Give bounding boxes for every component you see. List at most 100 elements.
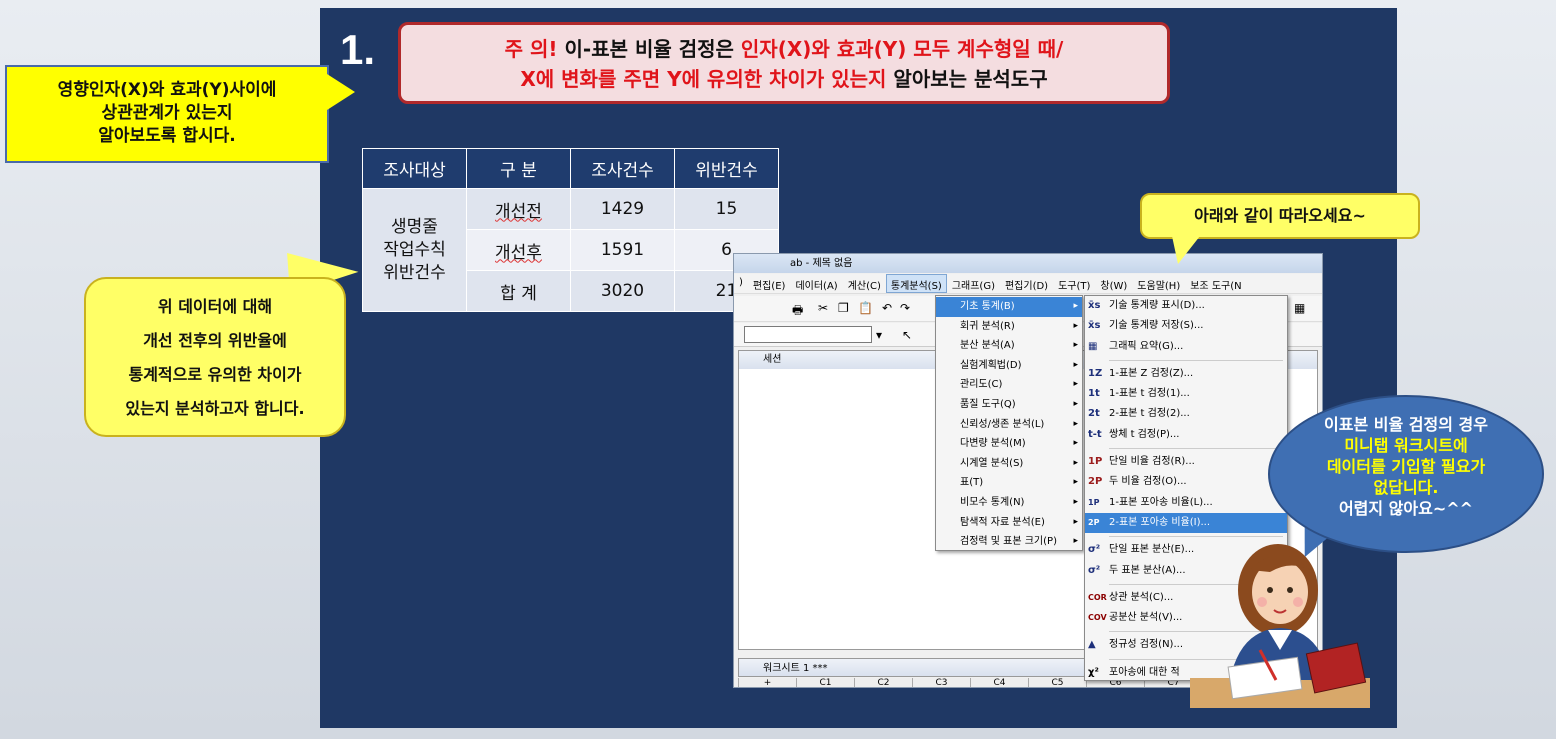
tip-line: 미니탭 워크시트에 — [1344, 436, 1468, 455]
menu-calc[interactable]: 계산(C) — [843, 274, 886, 293]
menu-item[interactable]: ) — [734, 274, 748, 293]
paste-icon[interactable]: 📋 — [858, 301, 873, 315]
data-callout-line: 개선 전후의 위반율에 — [143, 331, 287, 350]
submenu-label: 1-표본 t 검정(1)... — [1109, 388, 1190, 400]
submenu-item[interactable]: t-t 쌍체 t 검정(P)... — [1085, 425, 1287, 445]
right-eye — [1287, 587, 1293, 593]
submenu-label: 쌍체 t 검정(P)... — [1109, 428, 1180, 440]
data-callout-line: 있는지 분석하고자 합니다. — [125, 399, 305, 418]
copy-icon[interactable]: ❐ — [838, 301, 849, 315]
menu-editor[interactable]: 편집기(D) — [1000, 274, 1053, 293]
subject-cell: 생명줄 작업수칙 위반건수 — [362, 188, 467, 312]
teacher-illustration — [1190, 544, 1370, 708]
proportion-icon: 1P — [1088, 456, 1103, 468]
stat-menu-item[interactable]: 회귀 분석(R) — [936, 317, 1082, 337]
submenu-item[interactable]: 2P 두 비율 검정(O)... — [1085, 472, 1287, 492]
stat-menu-item[interactable]: 분산 분석(A) — [936, 336, 1082, 356]
pointer-icon[interactable]: ↖ — [902, 328, 912, 342]
paired-t-icon: t-t — [1088, 428, 1102, 440]
table-header: 구 분 — [466, 148, 571, 189]
stat-menu-item[interactable]: 비모수 통계(N) — [936, 493, 1082, 513]
poisson-icon: 1P — [1088, 497, 1100, 507]
covariance-icon: COV — [1088, 613, 1107, 623]
column-header[interactable]: C2 — [854, 678, 912, 687]
t-test-icon: 1t — [1088, 388, 1100, 400]
menu-window[interactable]: 창(W) — [1095, 274, 1132, 293]
warning-text-4: 알아보는 분석도구 — [886, 67, 1048, 91]
data-callout: 위 데이터에 대해 개선 전후의 위반율에 통계적으로 유의한 차이가 있는지 … — [84, 277, 346, 437]
tip-line: 어렵지 않아요~^^ — [1338, 499, 1474, 518]
stat-menu-item[interactable]: 표(T) — [936, 473, 1082, 493]
table-cell: 개선후 — [466, 229, 571, 271]
stats-icon: x̄s — [1088, 300, 1101, 311]
subject-line: 위반건수 — [383, 262, 446, 283]
dropdown-icon[interactable]: ▾ — [876, 328, 882, 342]
stat-menu-item[interactable]: 검정력 및 표본 크기(P) — [936, 532, 1082, 552]
command-combo[interactable] — [744, 326, 872, 343]
poisson-icon: 2P — [1088, 517, 1100, 527]
menu-bar: ) 편집(E) 데이터(A) 계산(C) 통계분석(S) 그래프(G) 편집기(… — [734, 274, 1322, 294]
row-label: 개선후 — [495, 242, 542, 263]
stat-menu-item[interactable]: 신뢰성/생존 분석(L) — [936, 415, 1082, 435]
submenu-item[interactable]: 1P 단일 비율 검정(R)... — [1085, 452, 1287, 472]
column-header[interactable]: C1 — [796, 678, 854, 687]
data-table: 조사대상 구 분 조사건수 위반건수 생명줄 작업수칙 위반건수 개선전 142… — [362, 148, 779, 312]
cut-icon[interactable]: ✂ — [818, 301, 828, 315]
column-header[interactable]: C3 — [912, 678, 970, 687]
table-cell: 15 — [674, 188, 779, 230]
grid-icon[interactable]: ▦ — [1294, 301, 1305, 315]
submenu-item[interactable]: 1P 1-표본 포아송 비율(L)... — [1085, 493, 1287, 513]
table-cell: 1591 — [570, 229, 675, 271]
column-header[interactable]: C5 — [1028, 678, 1086, 687]
submenu-label: 1-표본 포아송 비율(L)... — [1109, 496, 1213, 508]
menu-help[interactable]: 도움말(H) — [1132, 274, 1185, 293]
table-cell: 1429 — [570, 188, 675, 230]
submenu-label: 기술 통계량 표시(D)... — [1109, 300, 1205, 311]
table-header-row: 조사대상 구 분 조사건수 위반건수 — [362, 148, 779, 189]
menu-stat[interactable]: 통계분석(S) — [885, 274, 947, 293]
submenu-label: 2-표본 t 검정(2)... — [1109, 408, 1190, 420]
warning-label: 주 의! — [504, 37, 558, 61]
correlation-icon: COR — [1088, 592, 1107, 602]
t-test-icon: 2t — [1088, 408, 1100, 420]
warning-box: 주 의! 이-표본 비율 검정은 인자(X)와 효과(Y) 모두 계수형일 때/… — [398, 22, 1170, 104]
undo-icon[interactable]: ↶ — [882, 301, 892, 315]
menu-graph[interactable]: 그래프(G) — [947, 274, 1000, 293]
warning-text-1: 이-표본 비율 검정은 — [557, 37, 741, 61]
menu-tools[interactable]: 도구(T) — [1053, 274, 1095, 293]
stat-menu-item[interactable]: 기초 통계(B) — [936, 297, 1082, 317]
left-eye — [1267, 587, 1273, 593]
data-callout-line: 위 데이터에 대해 — [157, 297, 273, 316]
print-icon[interactable]: 🖶 — [792, 301, 803, 322]
submenu-item[interactable]: 1t 1-표본 t 검정(1)... — [1085, 384, 1287, 404]
menu-assistant[interactable]: 보조 도구(N — [1185, 274, 1246, 293]
intro-line-3: 알아보도록 합시다. — [98, 126, 236, 146]
stat-menu-item[interactable]: 시계열 분석(S) — [936, 454, 1082, 474]
tip-line: 이표본 비율 검정의 경우 — [1324, 415, 1488, 434]
chi-square-icon: χ² — [1088, 666, 1099, 678]
slide-number: 1. — [340, 26, 376, 73]
column-header[interactable]: + — [738, 678, 796, 687]
stat-menu-item[interactable]: 탐색적 자료 분석(E) — [936, 513, 1082, 533]
stat-menu-item[interactable]: 관리도(C) — [936, 375, 1082, 395]
column-header[interactable]: C4 — [970, 678, 1028, 687]
window-title: ab - 제목 없음 — [734, 254, 1322, 273]
submenu-item[interactable]: 1Z 1-표본 Z 검정(Z)... — [1085, 364, 1287, 384]
menu-data[interactable]: 데이터(A) — [790, 274, 842, 293]
menu-edit[interactable]: 편집(E) — [748, 274, 791, 293]
submenu-label: 단일 표본 분산(E)... — [1109, 544, 1195, 556]
submenu-item[interactable]: 2t 2-표본 t 검정(2)... — [1085, 404, 1287, 424]
table-cell: 3020 — [570, 270, 675, 312]
stat-menu-item[interactable]: 품질 도구(Q) — [936, 395, 1082, 415]
submenu-item[interactable]: ▦ 그래픽 요약(G)... — [1085, 337, 1287, 357]
redo-icon[interactable]: ↷ — [900, 301, 910, 315]
stat-menu-item[interactable]: 실험계획법(D) — [936, 356, 1082, 376]
left-cheek — [1257, 597, 1267, 607]
submenu-item[interactable]: x̄s 기술 통계량 저장(S)... — [1085, 316, 1287, 336]
table-header: 조사건수 — [570, 148, 675, 189]
table-header: 조사대상 — [362, 148, 467, 189]
submenu-label: 공분산 분석(V)... — [1109, 612, 1183, 624]
stat-menu-item[interactable]: 다변량 분석(M) — [936, 434, 1082, 454]
submenu-item[interactable]: x̄s 기술 통계량 표시(D)... — [1085, 296, 1287, 316]
submenu-label: 상관 분석(C)... — [1109, 591, 1174, 603]
